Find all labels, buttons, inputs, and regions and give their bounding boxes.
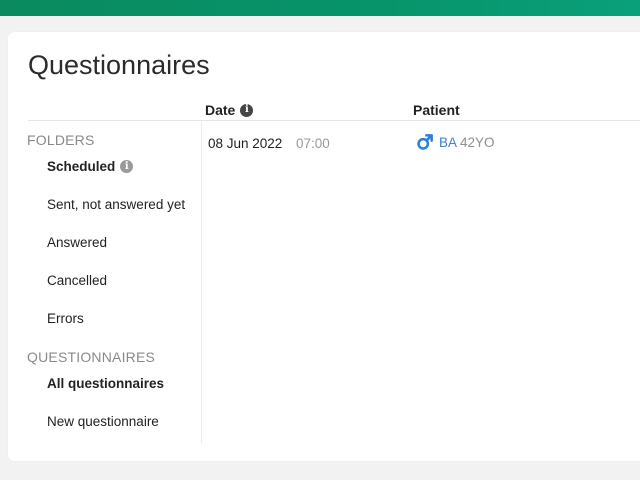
sidebar-item-label: Cancelled bbox=[47, 273, 108, 288]
folders-section-label: FOLDERS bbox=[27, 132, 95, 148]
sidebar-item-label: New questionnaire bbox=[47, 414, 159, 429]
patient-cell[interactable]: BA 42YO bbox=[416, 133, 495, 151]
row-date: 08 Jun 2022 bbox=[208, 136, 283, 151]
patient-age: 42YO bbox=[460, 134, 495, 150]
column-header-date-label: Date bbox=[205, 102, 236, 118]
sidebar-item-errors[interactable]: Errors bbox=[47, 311, 84, 326]
sidebar-item-label: Answered bbox=[47, 235, 108, 250]
male-icon bbox=[417, 134, 433, 150]
sidebar-item-new-questionnaire[interactable]: New questionnaire bbox=[47, 414, 159, 429]
patient-initials[interactable]: BA bbox=[439, 135, 457, 150]
info-icon[interactable]: i bbox=[240, 103, 254, 117]
sidebar-item-label: Scheduled bbox=[47, 159, 116, 174]
sidebar-divider bbox=[201, 121, 202, 443]
questionnaires-panel: Questionnaires Date i Patient FOLDERS Sc… bbox=[8, 32, 640, 461]
column-header-patient[interactable]: Patient bbox=[413, 102, 460, 118]
info-icon[interactable]: i bbox=[120, 160, 134, 173]
sidebar-item-sent-not-answered[interactable]: Sent, not answered yet bbox=[47, 197, 185, 212]
page-title: Questionnaires bbox=[28, 50, 210, 80]
row-time: 07:00 bbox=[296, 136, 330, 151]
sidebar-item-answered[interactable]: Answered bbox=[47, 235, 107, 250]
column-header-date[interactable]: Date i bbox=[205, 102, 254, 118]
sidebar-item-all-questionnaires[interactable]: All questionnaires bbox=[47, 376, 164, 391]
header-divider bbox=[28, 120, 640, 121]
top-bar bbox=[0, 0, 640, 16]
sidebar-item-label: All questionnaires bbox=[47, 376, 165, 391]
sidebar-item-label: Sent, not answered yet bbox=[47, 197, 186, 212]
sidebar-item-scheduled[interactable]: Scheduled i bbox=[47, 159, 134, 174]
sidebar-item-cancelled[interactable]: Cancelled bbox=[47, 273, 107, 288]
sidebar-item-label: Errors bbox=[47, 311, 84, 326]
column-header-patient-label: Patient bbox=[413, 102, 460, 118]
questionnaires-section-label: QUESTIONNAIRES bbox=[27, 349, 156, 365]
